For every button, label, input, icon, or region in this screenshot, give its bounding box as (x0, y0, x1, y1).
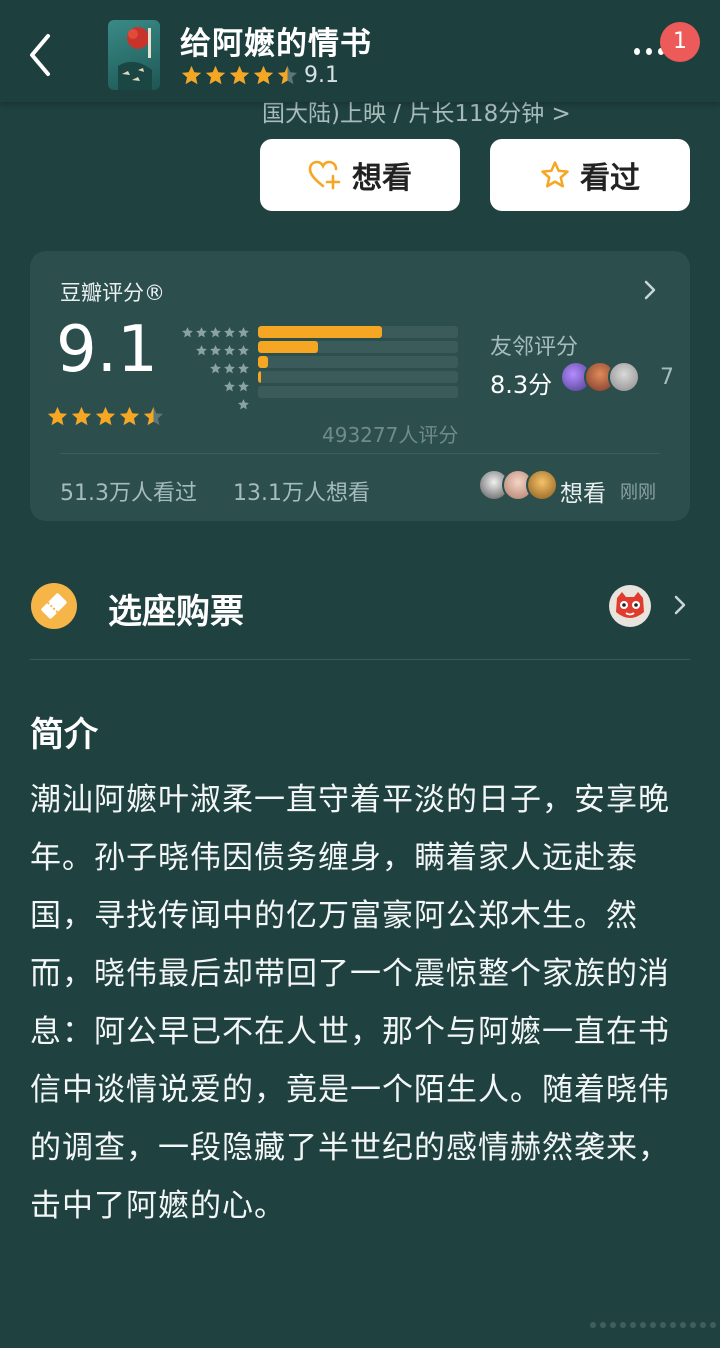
rating-card-title: 豆瓣评分® (60, 281, 165, 305)
douban-rating-card[interactable]: 豆瓣评分® 9.1 493277人评分 友邻评分 8.3分 7 51.3万人看过… (30, 251, 690, 521)
divider (30, 659, 690, 660)
recent-time: 刚刚 (620, 482, 656, 503)
maoyan-cat-icon[interactable] (608, 584, 652, 628)
page-indicator (590, 1322, 720, 1328)
friends-rating-label: 友邻评分 (490, 335, 579, 360)
synopsis-text: 潮汕阿嬷叶淑柔一直守着平淡的日子，安享晚年。孙子晓伟因债务缠身，瞒着家人远赴泰国… (30, 782, 670, 1224)
wish-count: 13.1万人想看 (233, 481, 370, 506)
star-level-labels (178, 323, 250, 413)
top-bar: 给阿嬷的情书 9.1 1 (0, 0, 720, 102)
star-icon (277, 65, 298, 85)
star-level-2 (178, 377, 250, 395)
chevron-left-icon (30, 34, 50, 76)
star-icon (210, 326, 221, 337)
movie-poster[interactable] (108, 20, 160, 90)
back-button[interactable] (22, 30, 62, 80)
star-icon (224, 380, 235, 391)
recent-avatars[interactable] (478, 469, 558, 501)
poster-image (118, 27, 152, 90)
rating-distribution (258, 323, 458, 401)
douban-score: 9.1 (56, 313, 158, 387)
star-icon (196, 326, 207, 337)
star-icon (119, 406, 140, 426)
star-icon (181, 65, 202, 85)
star-icon (205, 65, 226, 85)
star-icon (229, 65, 250, 85)
rating-bar-5-star (258, 326, 458, 338)
seen-label: 看过 (580, 161, 640, 196)
avatar (526, 469, 558, 501)
card-star-rating (46, 405, 165, 428)
star-icon (238, 380, 249, 391)
heart-plus-icon (308, 160, 341, 190)
header-score: 9.1 (304, 63, 339, 88)
rating-bar-3-star (258, 356, 458, 368)
star-icon (210, 344, 221, 355)
star-level-1 (178, 395, 250, 413)
watched-button[interactable]: 看过 (490, 139, 690, 211)
seen-count: 51.3万人看过 (60, 481, 197, 506)
star-outline-icon (541, 161, 569, 188)
star-level-5 (178, 323, 250, 341)
rating-bar-fill (258, 341, 318, 353)
star-icon (224, 344, 235, 355)
chevron-right-icon[interactable] (672, 594, 688, 616)
ticket-icon (31, 583, 77, 629)
star-icon (238, 362, 249, 373)
rating-bar-fill (258, 326, 382, 338)
star-icon (238, 326, 249, 337)
want-label: 想看 (352, 161, 412, 196)
star-icon (238, 398, 249, 409)
rating-bar-fill (258, 371, 261, 383)
rating-count: 493277人评分 (322, 423, 459, 447)
rating-bar-4-star (258, 341, 458, 353)
star-icon (224, 326, 235, 337)
star-icon (196, 344, 207, 355)
buy-tickets-label[interactable]: 选座购票 (108, 584, 244, 633)
rating-bar-2-star (258, 371, 458, 383)
friends-count: 7 (660, 365, 674, 390)
movie-title: 给阿嬷的情书 (180, 26, 372, 62)
friends-rating-score: 8.3分 (490, 371, 553, 399)
star-icon (95, 406, 116, 426)
star-level-4 (178, 341, 250, 359)
synopsis-title: 简介 (30, 715, 98, 755)
star-icon (143, 406, 164, 426)
star-icon (182, 326, 193, 337)
rating-bar-fill (258, 356, 268, 368)
star-icon (224, 362, 235, 373)
more-icon (634, 48, 664, 55)
star-icon (253, 65, 274, 85)
avatar (608, 361, 640, 393)
star-level-3 (178, 359, 250, 377)
star-icon (210, 362, 221, 373)
chevron-right-icon[interactable] (642, 279, 658, 301)
friends-avatars[interactable] (560, 361, 640, 393)
recent-action: 想看 (560, 481, 606, 507)
want-to-watch-button[interactable]: 想看 (260, 139, 460, 211)
header-star-rating (180, 64, 299, 87)
rating-bar-1-star (258, 386, 458, 398)
star-icon (238, 344, 249, 355)
star-icon (47, 406, 68, 426)
divider (60, 453, 660, 454)
notification-badge[interactable]: 1 (660, 22, 700, 62)
star-icon (71, 406, 92, 426)
